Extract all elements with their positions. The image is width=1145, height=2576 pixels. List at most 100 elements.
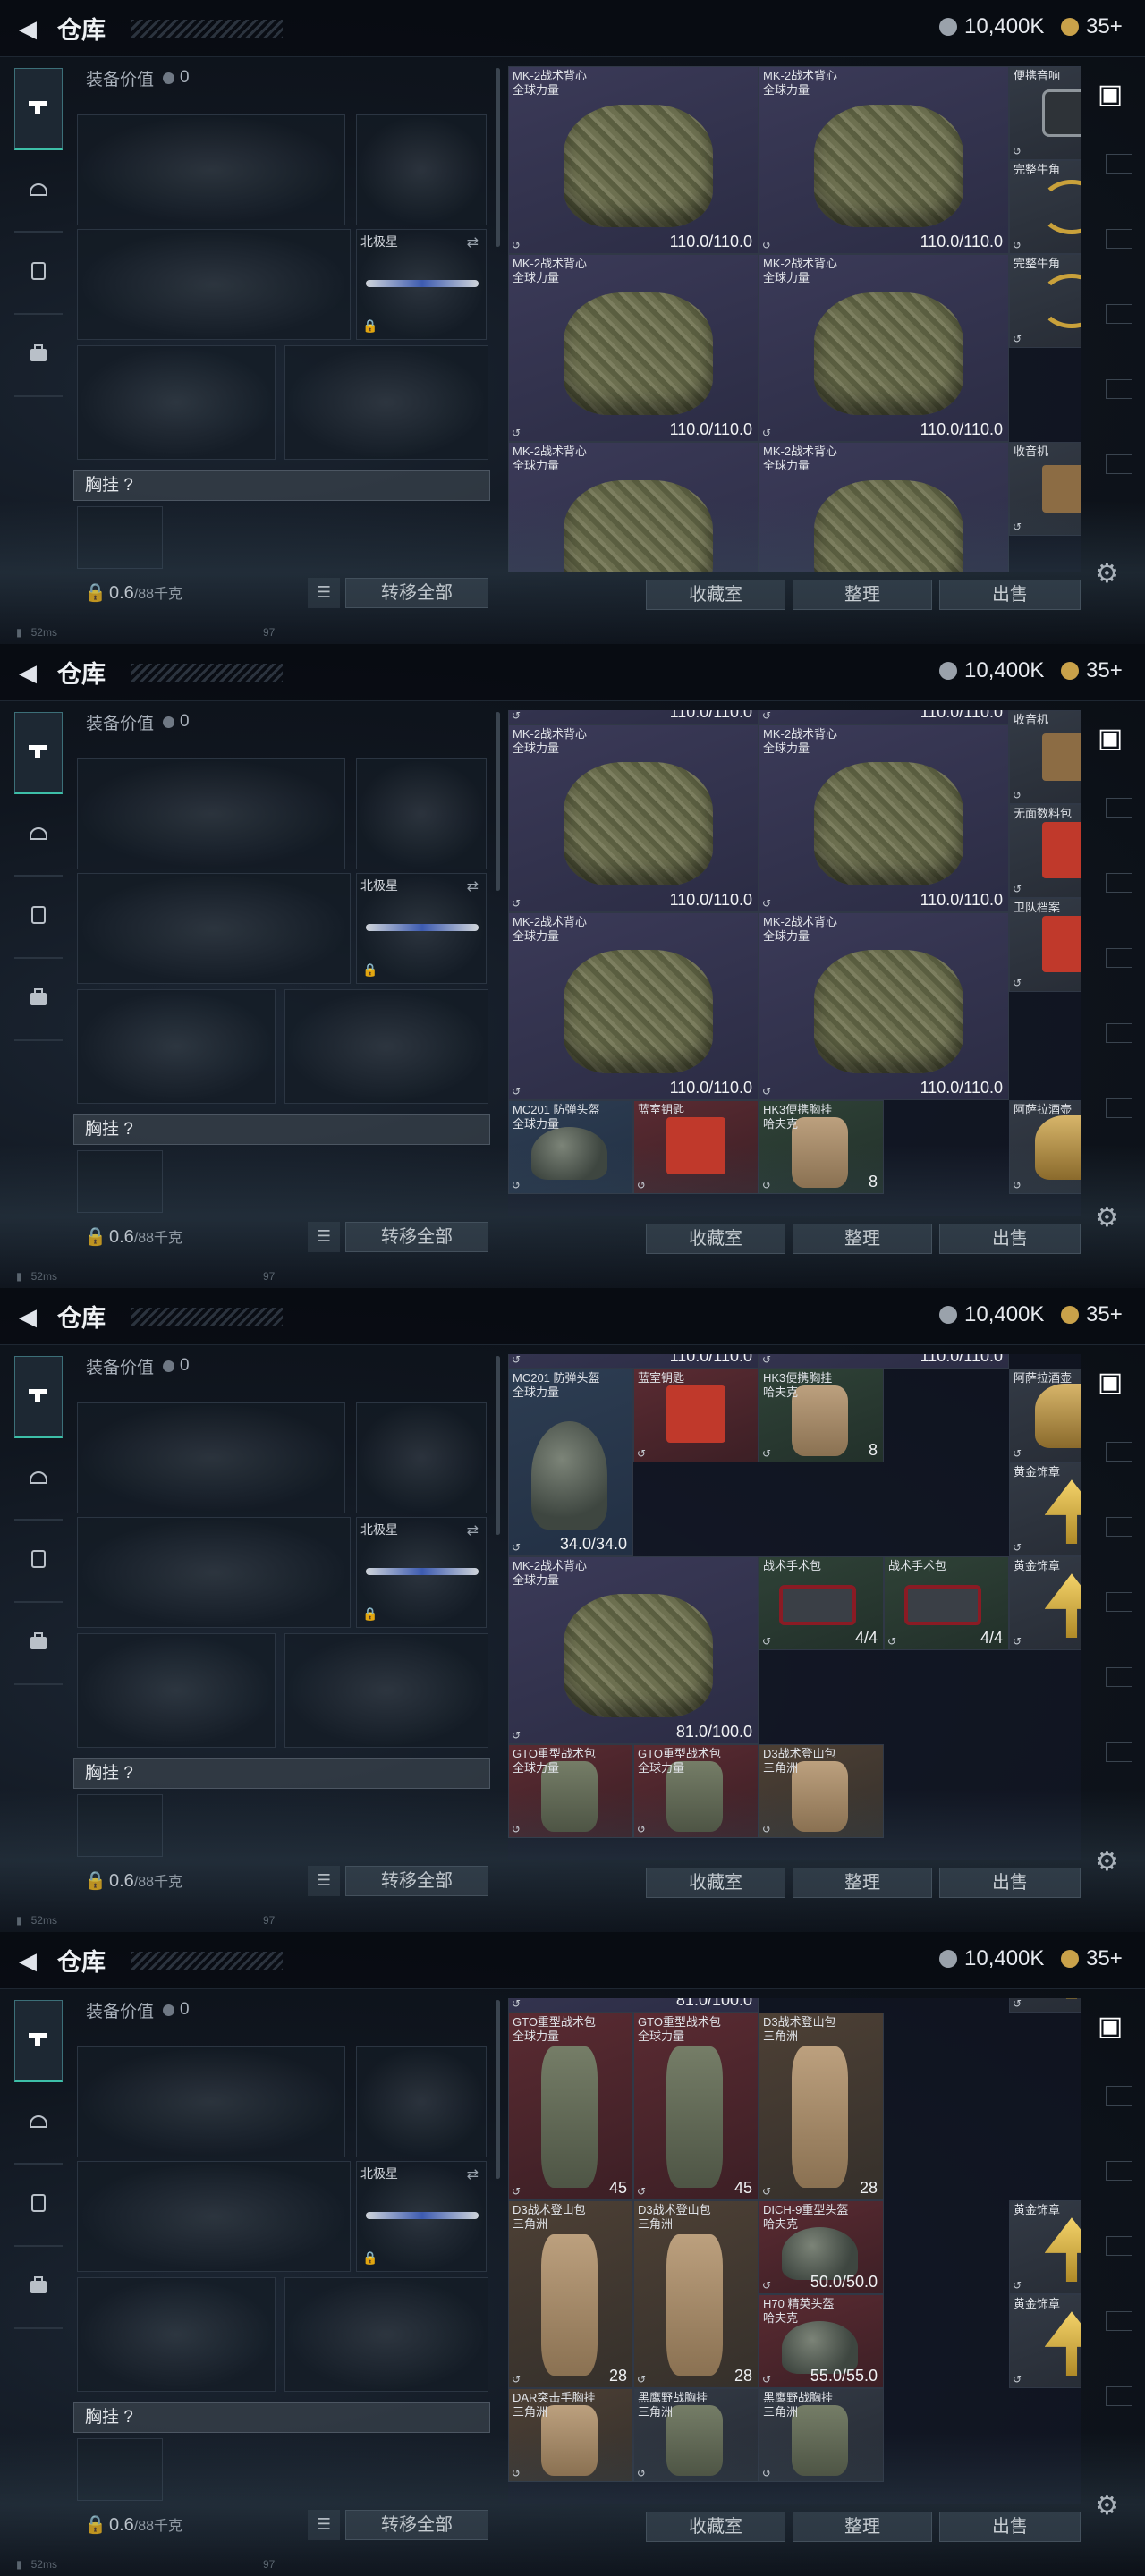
tab-backpack[interactable] [14, 2247, 63, 2329]
tab-backpack[interactable] [14, 1603, 63, 1685]
collection-button[interactable]: 收藏室 [646, 1868, 785, 1898]
stash-item[interactable]: 阿萨拉酒壶 ↺ [1009, 1368, 1081, 1462]
primary-weapon-slot[interactable] [77, 1402, 345, 1513]
equipment-scrollbar[interactable] [496, 2000, 500, 2179]
stash-item[interactable]: 战术手术包 ↺ 4/4 [884, 1555, 1009, 1650]
gear-icon[interactable]: ⚙ [1095, 1846, 1119, 1877]
list-icon[interactable]: ☰ [308, 1222, 340, 1252]
tab-pistol[interactable] [14, 712, 63, 794]
stash-item[interactable]: ↺ 110.0/110.0 [508, 1354, 759, 1368]
backpack-slot[interactable] [77, 1150, 163, 1213]
stash-item[interactable]: MC201 防弹头盔 全球力量 ↺ 34.0/34.0 [508, 1368, 633, 1556]
stash-item[interactable]: DICH-9重型头盔 哈夫克 ↺ 50.0/50.0 [759, 2199, 884, 2294]
tab-helmet[interactable] [14, 2082, 63, 2165]
pistol-slot[interactable] [356, 114, 487, 225]
hideout-icon[interactable]: ▣ [1090, 79, 1131, 120]
collection-button[interactable]: 收藏室 [646, 580, 785, 610]
stash-item[interactable]: 黄金饰章 ↺ [1009, 2293, 1081, 2388]
swap-icon[interactable]: ⇄ [467, 233, 479, 251]
pistol-slot[interactable] [356, 2046, 487, 2157]
pistol-slot[interactable] [356, 758, 487, 869]
stash-item[interactable]: 完整牛角 ↺ [1009, 254, 1081, 348]
armor-slot[interactable] [284, 989, 488, 1104]
stash-item[interactable]: ↺ 110.0/110.0 [759, 710, 1009, 724]
primary-weapon-slot[interactable] [77, 2046, 345, 2157]
gear-icon[interactable]: ⚙ [1095, 558, 1119, 589]
stash-item[interactable]: D3战术登山包 三角洲 ↺ 28 [759, 2012, 884, 2200]
stash-item[interactable]: D3战术登山包 三角洲 ↺ [759, 1743, 884, 1838]
primary-weapon-slot[interactable] [77, 114, 345, 225]
stash-item[interactable]: 收音机 ↺ [1009, 442, 1081, 536]
backpack-slot[interactable] [77, 1794, 163, 1857]
stash-item[interactable]: GTO重型战术包 全球力量 ↺ [633, 1743, 759, 1838]
sort-button[interactable]: 整理 [793, 580, 932, 610]
knife-slot[interactable]: 北极星 ⇄ 🔒 [356, 873, 487, 984]
chest-rig-slot[interactable]: 胸挂 ? [73, 470, 490, 501]
sell-button[interactable]: 出售 [939, 1224, 1081, 1254]
backpack-slot[interactable] [77, 2438, 163, 2501]
stash-item[interactable]: 黑鹰野战胸挂 三角洲 ↺ [759, 2387, 884, 2482]
stash-item[interactable]: MK-2战术背心 全球力量 ↺ [759, 442, 1009, 572]
stash-item[interactable]: ↺ 110.0/110.0 [508, 710, 759, 724]
pistol-slot[interactable] [356, 1402, 487, 1513]
stash-item[interactable]: MK-2战术背心 全球力量 ↺ 110.0/110.0 [759, 66, 1009, 254]
list-icon[interactable]: ☰ [308, 1866, 340, 1896]
stash-item[interactable]: MC201 防弹头盔 全球力量 ↺ [508, 1099, 633, 1194]
stash-item[interactable]: 黄金饰章 ↺ [1009, 1555, 1081, 1650]
stash-item[interactable]: GTO重型战术包 全球力量 ↺ 45 [633, 2012, 759, 2200]
transfer-all-button[interactable]: 转移全部 [345, 578, 488, 608]
sell-button[interactable]: 出售 [939, 2512, 1081, 2542]
tab-armor[interactable] [14, 2165, 63, 2247]
stash-item[interactable]: 蓝室钥匙 ↺ [633, 1099, 759, 1194]
backpack-slot[interactable] [77, 506, 163, 569]
hideout-icon[interactable]: ▣ [1090, 2011, 1131, 2052]
sort-button[interactable]: 整理 [793, 1224, 932, 1254]
helmet-slot[interactable] [77, 345, 276, 460]
list-icon[interactable]: ☰ [308, 578, 340, 608]
collection-button[interactable]: 收藏室 [646, 1224, 785, 1254]
stash-item[interactable]: MK-2战术背心 全球力量 ↺ [508, 442, 759, 572]
armor-slot[interactable] [284, 1633, 488, 1748]
stash-item[interactable]: MK-2战术背心 全球力量 ↺ 110.0/110.0 [508, 724, 759, 912]
stash-item[interactable]: MK-2战术背心 全球力量 ↺ 110.0/110.0 [759, 911, 1009, 1100]
equipment-scrollbar[interactable] [496, 1356, 500, 1535]
stash-item[interactable]: 无面数料包 ↺ [1009, 804, 1081, 898]
back-arrow-icon[interactable]: ◀ [14, 1303, 41, 1330]
stash-item[interactable]: D3战术登山包 三角洲 ↺ 28 [508, 2199, 633, 2388]
tab-backpack[interactable] [14, 959, 63, 1041]
tab-pistol[interactable] [14, 68, 63, 150]
tab-armor[interactable] [14, 877, 63, 959]
stash-item[interactable]: 黄金饰章 ↺ [1009, 2199, 1081, 2294]
tab-backpack[interactable] [14, 315, 63, 397]
stash-item[interactable]: MK-2战术背心 全球力量 ↺ 110.0/110.0 [759, 254, 1009, 442]
sort-button[interactable]: 整理 [793, 2512, 932, 2542]
stash-item[interactable]: 战术手术包 ↺ 4/4 [759, 1555, 884, 1650]
stash-item[interactable]: 完整牛角 ↺ [1009, 160, 1081, 254]
helmet-slot[interactable] [77, 1633, 276, 1748]
secondary-weapon-slot[interactable] [77, 1517, 351, 1628]
stash-item[interactable]: ↺ 81.0/100.0 [508, 1998, 759, 2012]
stash-item[interactable]: ↺ [1009, 1998, 1081, 2012]
stash-item[interactable]: GTO重型战术包 全球力量 ↺ [508, 1743, 633, 1838]
primary-weapon-slot[interactable] [77, 758, 345, 869]
stash-item[interactable]: H70 精英头盔 哈夫克 ↺ 55.0/55.0 [759, 2293, 884, 2388]
gear-icon[interactable]: ⚙ [1095, 2490, 1119, 2521]
secondary-weapon-slot[interactable] [77, 229, 351, 340]
stash-item[interactable]: MK-2战术背心 全球力量 ↺ 81.0/100.0 [508, 1555, 759, 1744]
back-arrow-icon[interactable]: ◀ [14, 15, 41, 42]
hideout-icon[interactable]: ▣ [1090, 723, 1131, 764]
swap-icon[interactable]: ⇄ [467, 2165, 479, 2183]
helmet-slot[interactable] [77, 2277, 276, 2392]
tab-helmet[interactable] [14, 794, 63, 877]
armor-slot[interactable] [284, 2277, 488, 2392]
stash-item[interactable]: D3战术登山包 三角洲 ↺ 28 [633, 2199, 759, 2388]
tab-helmet[interactable] [14, 1438, 63, 1521]
tab-armor[interactable] [14, 233, 63, 315]
stash-item[interactable]: HK3便携胸挂 哈夫克 ↺ 8 [759, 1099, 884, 1194]
stash-item[interactable]: GTO重型战术包 全球力量 ↺ 45 [508, 2012, 633, 2200]
equipment-scrollbar[interactable] [496, 68, 500, 247]
swap-icon[interactable]: ⇄ [467, 1521, 479, 1539]
swap-icon[interactable]: ⇄ [467, 877, 479, 895]
list-icon[interactable]: ☰ [308, 2510, 340, 2540]
tab-pistol[interactable] [14, 2000, 63, 2082]
